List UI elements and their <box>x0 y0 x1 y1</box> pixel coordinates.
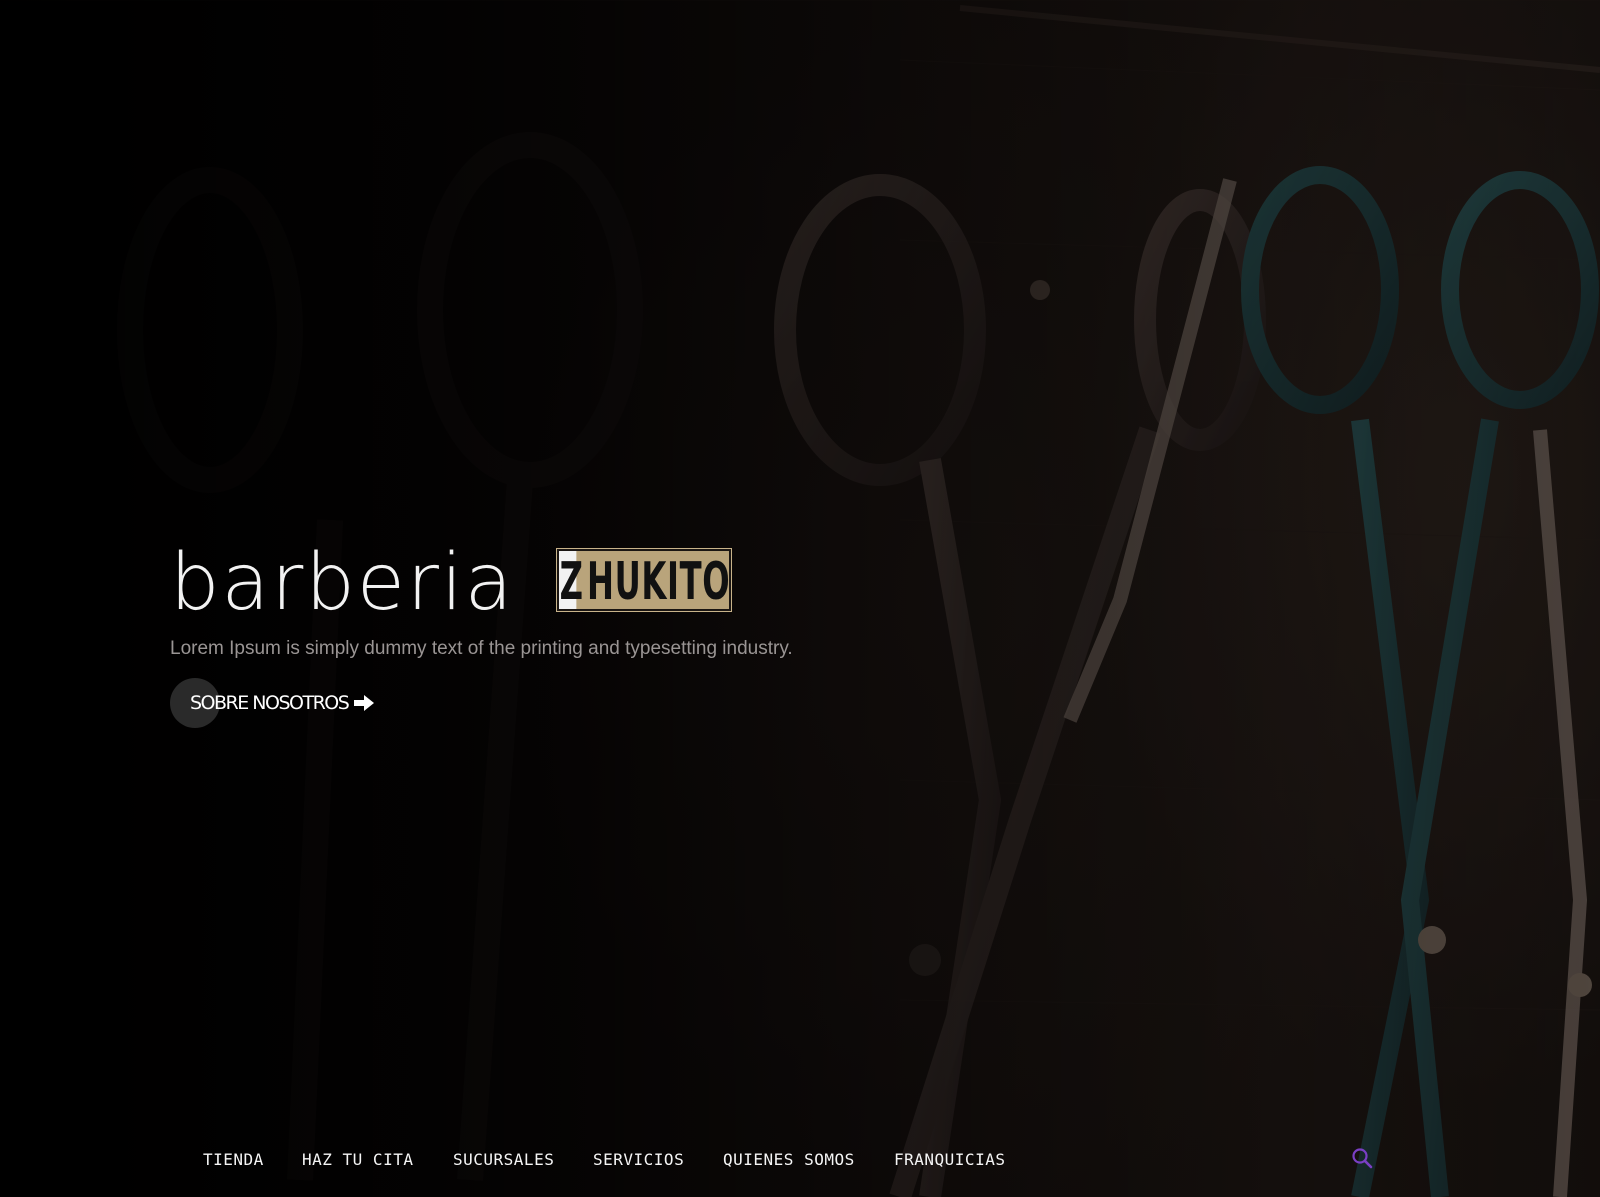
brand-logo-first-letter: Z <box>559 551 584 611</box>
arrow-right-icon <box>354 695 375 711</box>
nav-item-franquicias[interactable]: FRANQUICIAS <box>894 1150 1005 1169</box>
brand-logo-text: HUKITO <box>587 552 731 611</box>
hero-content: barberia Z HUKITO Lorem Ipsum is simply … <box>170 538 1070 728</box>
nav-item-servicios[interactable]: SERVICIOS <box>593 1150 684 1169</box>
search-icon[interactable] <box>1350 1146 1374 1170</box>
nav-item-haz-tu-cita[interactable]: HAZ TU CITA <box>302 1150 413 1169</box>
nav-item-sucursales[interactable]: SUCURSALES <box>453 1150 554 1169</box>
brand-logo: Z HUKITO <box>556 548 733 612</box>
brand-logo-inner: Z HUKITO <box>557 549 732 611</box>
nav-item-quienes-somos[interactable]: QUIENES SOMOS <box>723 1150 855 1169</box>
hero-title: barberia <box>170 538 515 628</box>
about-us-button-label: SOBRE NOSOTROS <box>190 692 350 714</box>
about-us-button[interactable]: SOBRE NOSOTROS <box>170 678 375 728</box>
hero-subtitle: Lorem Ipsum is simply dummy text of the … <box>170 638 793 659</box>
main-navigation: TIENDA HAZ TU CITA SUCURSALES SERVICIOS … <box>0 1130 1600 1190</box>
hero-section: barberia Z HUKITO Lorem Ipsum is simply … <box>0 0 1600 1197</box>
nav-item-tienda[interactable]: TIENDA <box>203 1150 264 1169</box>
hero-title-row: barberia Z HUKITO <box>170 538 1070 628</box>
